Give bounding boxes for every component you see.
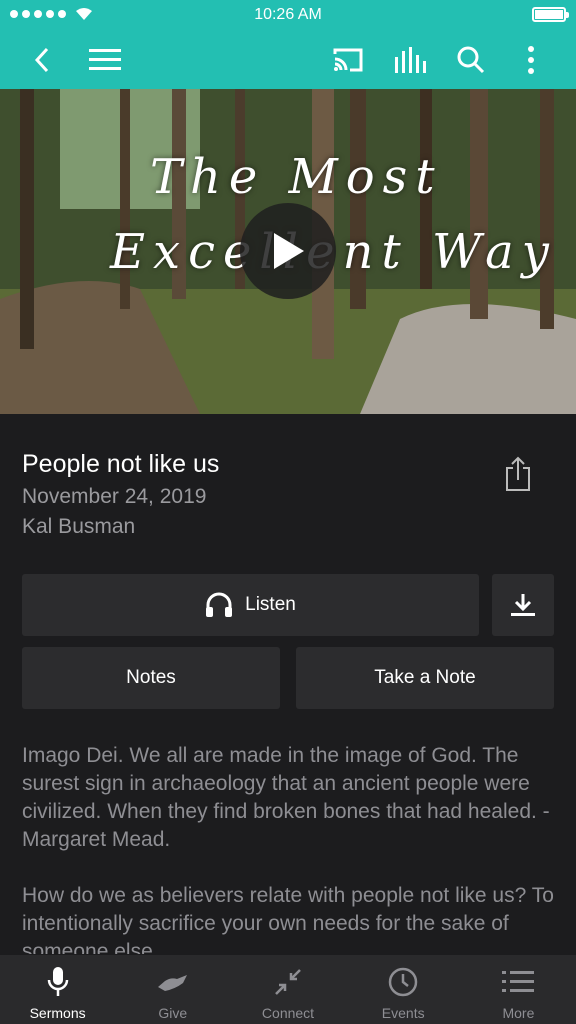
tab-connect[interactable]: Connect <box>230 955 345 1024</box>
tab-bar: Sermons Give Connect Events More <box>0 955 576 1024</box>
tab-more-label: More <box>502 1005 535 1021</box>
description-paragraph-1: Imago Dei. We all are made in the image … <box>22 744 550 851</box>
microphone-icon <box>47 967 68 996</box>
notes-label: Notes <box>126 667 176 688</box>
sermon-speaker: Kal Busman <box>22 515 136 538</box>
tab-give[interactable]: Give <box>115 955 230 1024</box>
nav-bar <box>0 30 576 89</box>
tab-events-label: Events <box>381 1005 425 1021</box>
download-icon <box>511 594 535 616</box>
tab-sermons[interactable]: Sermons <box>0 955 115 1024</box>
signal-indicator <box>10 8 92 20</box>
share-button[interactable] <box>498 452 538 496</box>
notes-button[interactable]: Notes <box>22 647 280 709</box>
hero-title-line1: The Most <box>150 149 443 205</box>
play-icon <box>274 233 304 269</box>
clock-icon <box>388 967 418 997</box>
list-icon <box>502 971 535 992</box>
more-options-button[interactable] <box>511 40 551 80</box>
download-button[interactable] <box>492 574 554 636</box>
take-a-note-button[interactable]: Take a Note <box>296 647 554 709</box>
battery-icon <box>532 7 569 22</box>
status-time: 10:26 AM <box>254 6 322 23</box>
connect-arrows-icon <box>275 969 301 995</box>
sermon-date: November 24, 2019 <box>22 485 207 508</box>
back-button[interactable] <box>22 40 62 80</box>
listen-button[interactable]: Listen <box>22 574 479 636</box>
tab-more[interactable]: More <box>461 955 576 1024</box>
give-hand-icon <box>157 975 187 991</box>
description-paragraph-2: How do we as believers relate with peopl… <box>22 884 554 954</box>
back-icon <box>34 47 49 73</box>
menu-icon <box>89 49 121 70</box>
share-icon <box>506 456 530 491</box>
menu-button[interactable] <box>85 40 125 80</box>
sermon-title: People not like us <box>22 450 220 478</box>
more-vertical-icon <box>528 46 534 74</box>
equalizer-icon <box>395 47 426 73</box>
tab-give-label: Give <box>158 1005 188 1021</box>
play-button[interactable] <box>240 203 336 299</box>
search-button[interactable] <box>451 40 491 80</box>
equalizer-button[interactable] <box>390 40 430 80</box>
wifi-icon <box>76 8 92 20</box>
cast-icon <box>333 48 363 72</box>
sermon-hero-image[interactable]: The Most Excellent Way <box>0 89 576 414</box>
status-bar: 10:26 AM <box>0 0 576 30</box>
tab-events[interactable]: Events <box>346 955 461 1024</box>
tab-sermons-label: Sermons <box>29 1005 86 1021</box>
headphones-icon <box>206 592 233 617</box>
search-icon <box>457 46 485 74</box>
listen-label: Listen <box>245 594 296 615</box>
tab-connect-label: Connect <box>261 1005 315 1021</box>
take-a-note-label: Take a Note <box>374 667 476 688</box>
cast-button[interactable] <box>328 40 368 80</box>
sermon-description: Imago Dei. We all are made in the image … <box>22 742 557 954</box>
